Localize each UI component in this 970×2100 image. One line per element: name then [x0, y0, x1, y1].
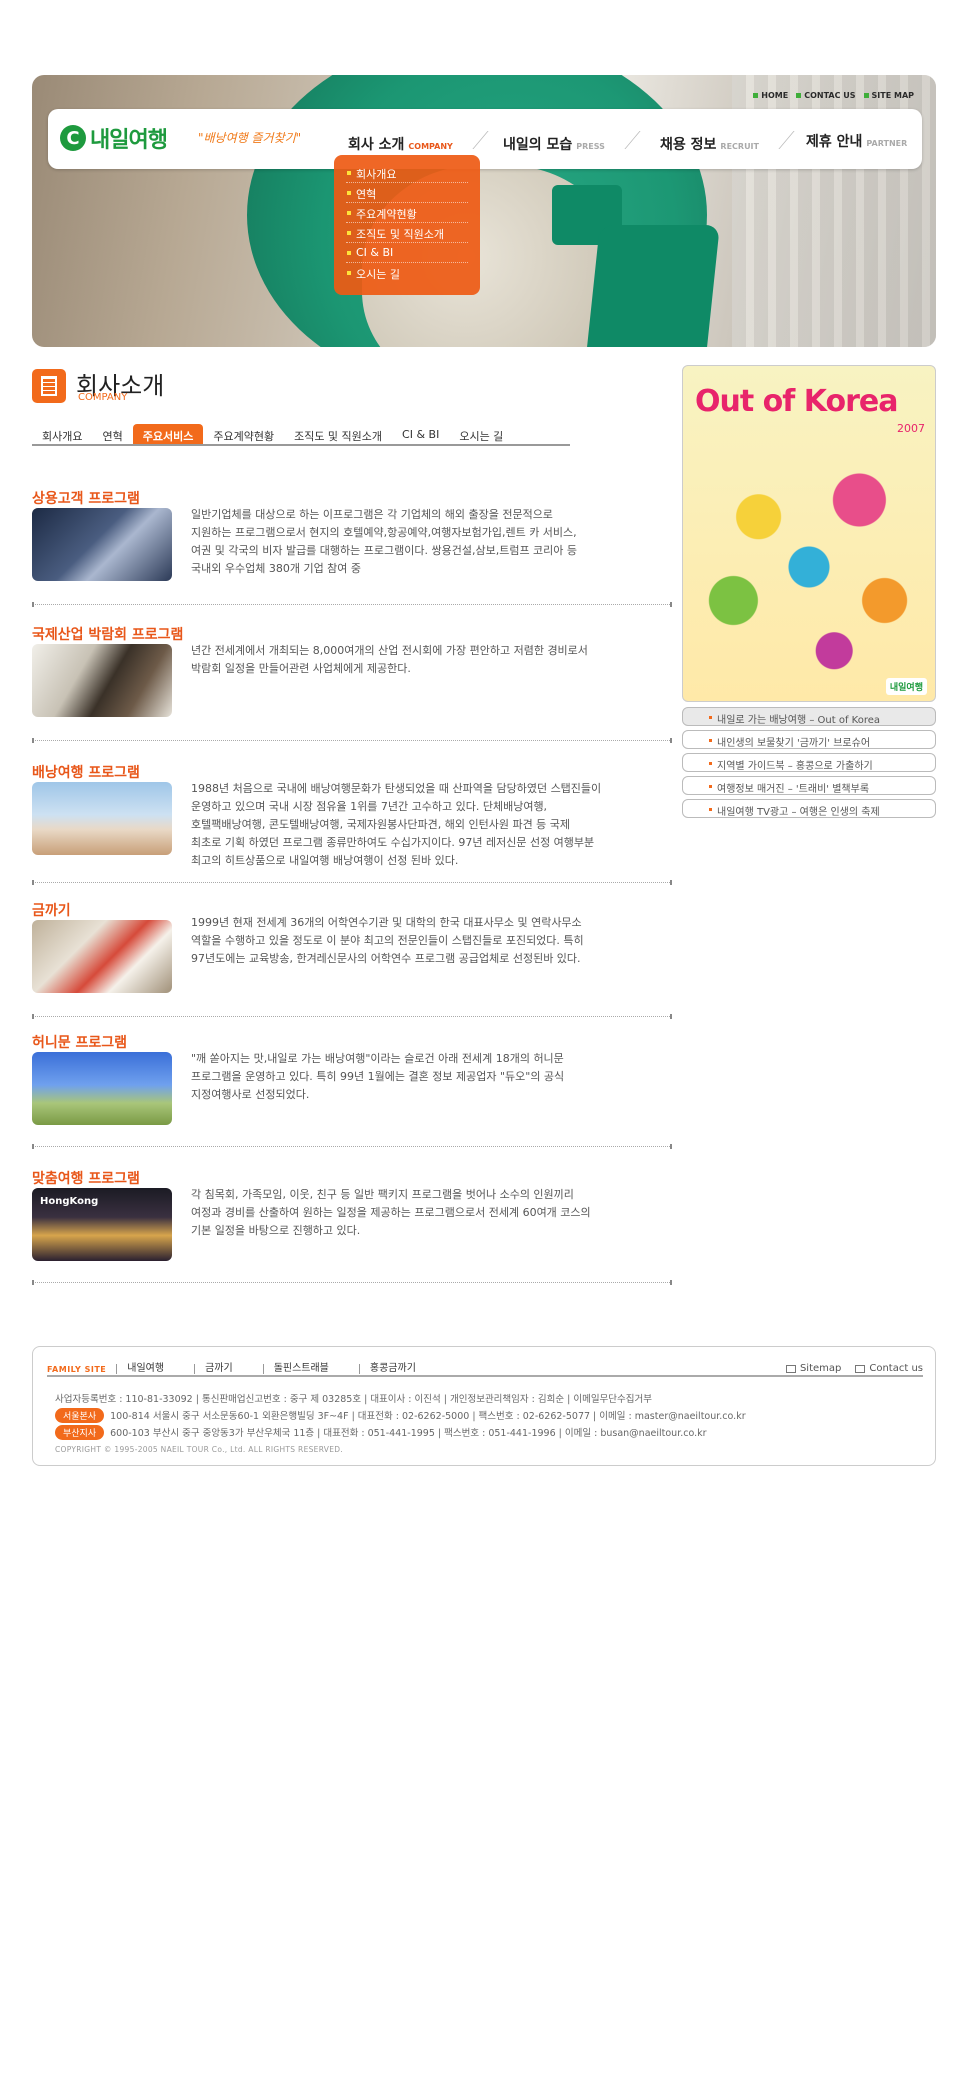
bullet-icon	[796, 93, 802, 98]
section-description: 1999년 현재 전세계 36개의 어학연수기관 및 대학의 한국 대표사무소 …	[191, 916, 584, 965]
page-subtitle: COMPANY	[78, 392, 128, 403]
footer-sitemap-link[interactable]: Sitemap	[785, 1363, 841, 1374]
top-links: HOME CONTAC US SITE MAP	[753, 91, 914, 100]
section-divider	[32, 1014, 672, 1019]
tab-organization[interactable]: 조직도 및 직원소개	[284, 424, 392, 444]
section-title: 국제산업 박람회 프로그램	[32, 627, 184, 643]
family-site-link[interactable]: 홍콩금까기	[358, 1364, 426, 1374]
seoul-office-info: 서울본사 100-814 서울시 중구 서소문동60-1 외환은행빌딩 3F~4F…	[55, 1408, 746, 1423]
sidebar-link-magazine[interactable]: 여행정보 매거진 – '트래비' 별책부록	[682, 776, 936, 795]
section-description: 1988년 처음으로 국내에 배낭여행문화가 탄생되었을 때 산파역을 담당하였…	[191, 782, 602, 867]
business-info: 사업자등록번호 : 110-81-33092 | 통신판매업신고번호 : 중구 …	[55, 1394, 653, 1405]
building-icon	[32, 369, 66, 403]
family-site-label: FAMILY SITE	[47, 1364, 107, 1374]
mail-icon	[855, 1364, 866, 1373]
divider	[761, 131, 795, 149]
tab-main-services[interactable]: 주요서비스	[132, 424, 204, 444]
section-divider	[32, 738, 672, 743]
section-image	[32, 1052, 172, 1125]
section-divider	[32, 602, 672, 607]
section-title: 맞춤여행 프로그램	[32, 1171, 140, 1187]
dropdown-item-history[interactable]: 연혁	[346, 183, 468, 203]
seoul-badge: 서울본사	[55, 1408, 105, 1423]
banner-sign-letter	[584, 225, 720, 347]
family-site-link[interactable]: 돌핀스트래블	[262, 1364, 339, 1374]
nav-partner[interactable]: 제휴 안내 PARTNER	[806, 131, 907, 151]
busan-badge: 부산지사	[55, 1425, 105, 1440]
tab-ci-bi[interactable]: CI & BI	[392, 424, 449, 444]
nav-recruit[interactable]: 채용 정보 RECRUIT	[660, 131, 795, 154]
sidebar-link-tv-ad[interactable]: 내일여행 TV광고 – 여행은 인생의 축제	[682, 799, 936, 818]
section-image	[32, 644, 172, 717]
family-site-link[interactable]: 내일여행	[116, 1364, 174, 1374]
dropdown-item-directions[interactable]: 오시는 길	[346, 263, 468, 283]
section-description: 년간 전세계에서 개최되는 8,000여개의 산업 전시회에 가장 편안하고 저…	[191, 644, 588, 675]
section-title: 허니문 프로그램	[32, 1035, 128, 1051]
sidebar-link-guidebook[interactable]: 지역별 가이드북 – 홍콩으로 가출하기	[682, 753, 936, 772]
bullet-icon	[863, 93, 869, 98]
footer-links: Sitemap Contact us	[785, 1363, 923, 1374]
brochure-poster[interactable]: Out of Korea 2007 내일여행	[682, 365, 936, 702]
tab-history[interactable]: 연혁	[92, 424, 132, 444]
copyright: COPYRIGHT © 1995-2005 NAEIL TOUR Co., Lt…	[55, 1445, 344, 1454]
main-nav-bar: C 내일여행 "배낭여행 즐거찾기" 회사 소개 COMPANY 내일의 모습 PR…	[48, 109, 922, 169]
header-banner: HOME CONTAC US SITE MAP C 내일여행 "배낭여행 즐거찾…	[32, 75, 936, 347]
tab-directions[interactable]: 오시는 길	[449, 424, 513, 444]
logo-c-icon: C	[60, 125, 86, 151]
section-image: HongKong	[32, 1188, 172, 1261]
section-divider	[32, 1144, 672, 1149]
footer-contact-link[interactable]: Contact us	[855, 1363, 923, 1374]
company-dropdown-menu: 회사개요 연혁 주요계약현황 조직도 및 직원소개 CI & BI 오시는 길	[334, 155, 480, 295]
dropdown-item-overview[interactable]: 회사개요	[346, 163, 468, 183]
sitemap-icon	[785, 1364, 796, 1373]
section-divider	[32, 1280, 672, 1285]
busan-office-info: 부산지사 600-103 부산시 중구 중앙동3가 부산우체국 11층 | 대표전…	[55, 1425, 707, 1440]
divider	[455, 131, 489, 149]
dropdown-item-ci-bi[interactable]: CI & BI	[346, 243, 468, 263]
sidebar-link-brochure[interactable]: 내인생의 보물찾기 '금까기' 브로슈어	[682, 730, 936, 749]
section-image	[32, 508, 172, 581]
sidebar-link-out-of-korea[interactable]: 내일로 가는 배낭여행 – Out of Korea	[682, 707, 936, 726]
site-logo[interactable]: C 내일여행	[60, 122, 168, 154]
section-image	[32, 920, 172, 993]
bullet-icon	[753, 93, 759, 98]
dropdown-item-organization[interactable]: 조직도 및 직원소개	[346, 223, 468, 243]
section-description: 일반기업체를 대상으로 하는 이프로그램은 각 기업체의 해외 출장을 전문적으…	[191, 508, 578, 575]
section-title: 금까기	[32, 903, 71, 919]
section-description: "깨 쏟아지는 맛,내일로 가는 배낭여행"이라는 슬로건 아래 전세계 18개…	[191, 1052, 565, 1101]
divider	[607, 131, 641, 149]
sub-tabs: 회사개요 연혁 주요서비스 주요계약현황 조직도 및 직원소개 CI & BI …	[32, 424, 570, 446]
dropdown-item-contracts[interactable]: 주요계약현황	[346, 203, 468, 223]
section-divider	[32, 880, 672, 885]
nav-company[interactable]: 회사 소개 COMPANY	[348, 131, 489, 154]
section-title: 상용고객 프로그램	[32, 491, 140, 507]
tab-contracts[interactable]: 주요계약현황	[203, 424, 284, 444]
nav-press[interactable]: 내일의 모습 PRESS	[503, 131, 641, 154]
footer: FAMILY SITE 내일여행 금까기 돌핀스트래블 홍콩금까기 Sitema…	[32, 1346, 936, 1466]
family-site-link[interactable]: 금까기	[194, 1364, 243, 1374]
section-image	[32, 782, 172, 855]
slogan: "배낭여행 즐거찾기"	[198, 131, 302, 145]
top-link-sitemap[interactable]: SITE MAP	[863, 91, 914, 100]
section-title: 배낭여행 프로그램	[32, 765, 140, 781]
top-link-home[interactable]: HOME	[753, 91, 788, 100]
top-link-contact[interactable]: CONTAC US	[796, 91, 856, 100]
section-description: 각 침목회, 가족모임, 이웃, 친구 등 일반 팩키지 프로그램을 벗어나 소…	[191, 1188, 591, 1237]
tab-overview[interactable]: 회사개요	[32, 424, 92, 444]
